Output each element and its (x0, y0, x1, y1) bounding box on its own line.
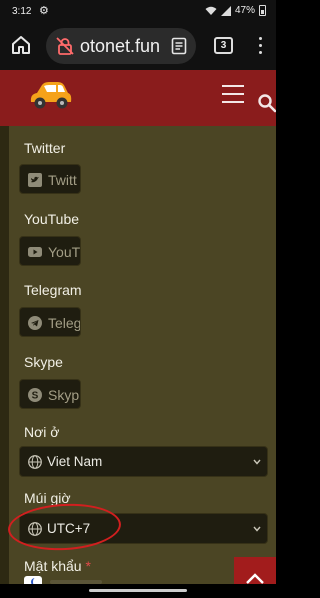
youtube-placeholder: YouT (48, 244, 81, 260)
address-bar[interactable]: otonet.fun (46, 28, 196, 64)
signal-icon (220, 5, 231, 16)
reader-mode-icon[interactable] (170, 36, 188, 56)
browser-toolbar: otonet.fun 3 (0, 22, 276, 70)
not-secure-icon[interactable] (56, 37, 74, 55)
status-time: 3:12 (12, 6, 32, 17)
home-gesture-pill[interactable] (89, 589, 187, 592)
twitter-icon (28, 173, 42, 187)
location-label: Nơi ở (24, 424, 60, 440)
settings-gear-icon: ⚙ (39, 5, 49, 17)
globe-icon (28, 455, 42, 469)
required-mark: * (85, 558, 91, 574)
system-nav-bar (0, 584, 276, 598)
skype-icon: S (28, 388, 42, 402)
telegram-icon (28, 316, 42, 330)
battery-percent: 47% (234, 5, 255, 16)
twitter-label: Twitter (24, 140, 66, 156)
car-logo[interactable] (25, 76, 75, 116)
twitter-input[interactable]: Twitt (19, 164, 81, 194)
more-menu-icon[interactable] (256, 35, 264, 57)
chevron-down-icon (253, 459, 261, 465)
url-text[interactable]: otonet.fun (80, 36, 160, 57)
wifi-icon (205, 6, 217, 15)
password-label-text: Mật khẩu (24, 558, 82, 574)
telegram-label: Telegram (24, 282, 82, 298)
site-header (0, 70, 276, 126)
tab-count: 3 (220, 40, 227, 51)
status-bar: 3:12 ⚙ 47% (0, 0, 276, 22)
home-icon[interactable] (10, 34, 32, 56)
chevron-down-icon (253, 526, 261, 532)
twitter-placeholder: Twitt (48, 172, 77, 188)
status-icons: 47% (205, 5, 266, 16)
password-label: Mật khẩu * (24, 558, 91, 574)
skype-input[interactable]: S Skyp (19, 379, 81, 409)
youtube-label: YouTube (24, 211, 80, 227)
telegram-input[interactable]: Teleg (19, 307, 81, 337)
location-value: Viet Nam (47, 454, 103, 469)
youtube-input[interactable]: YouT (19, 236, 81, 266)
battery-icon (259, 5, 266, 16)
tabs-icon[interactable]: 3 (214, 37, 233, 54)
hamburger-menu-icon[interactable] (222, 85, 244, 103)
location-select[interactable]: Viet Nam (19, 446, 268, 477)
skype-placeholder: Skyp (48, 387, 80, 403)
left-sidebar-strip (0, 126, 9, 584)
svg-text:S: S (32, 391, 39, 402)
telegram-placeholder: Teleg (48, 315, 81, 331)
youtube-icon (28, 247, 42, 257)
search-icon[interactable] (257, 93, 276, 113)
skype-label: Skype (24, 354, 63, 370)
